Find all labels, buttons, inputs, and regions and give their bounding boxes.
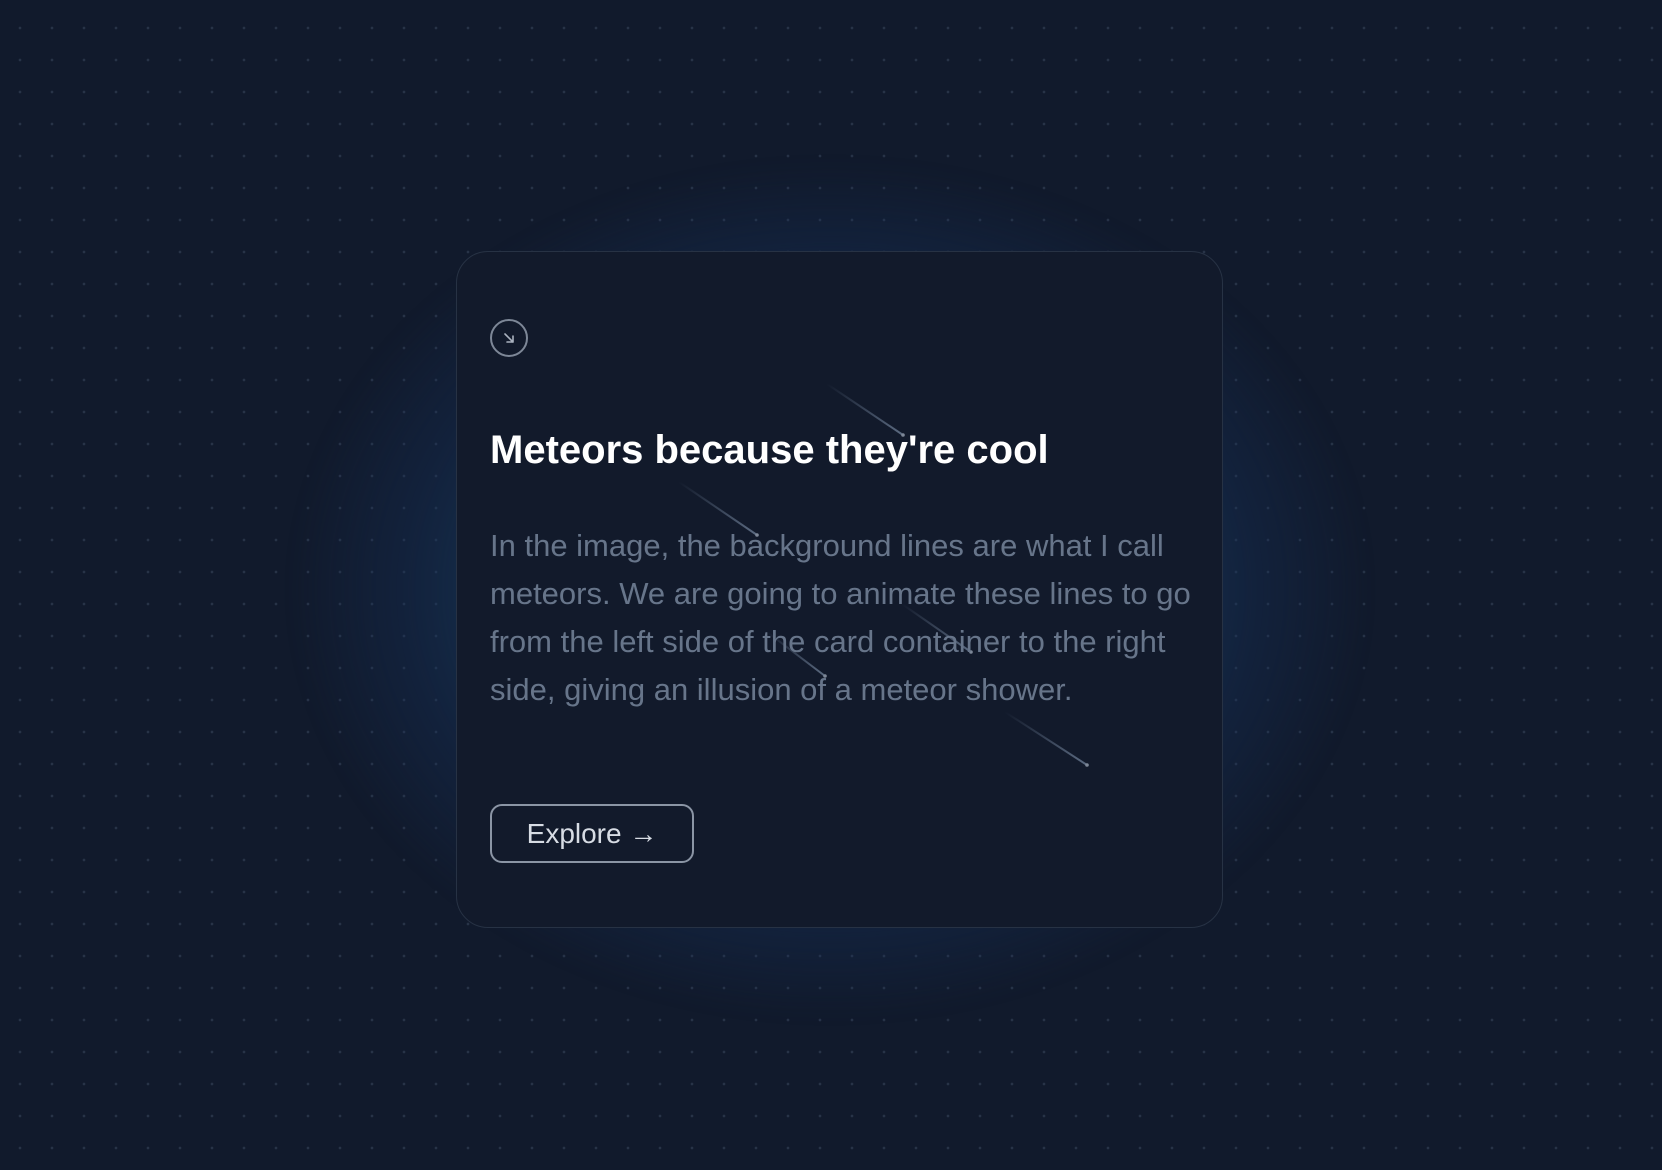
card-title: Meteors because they're cool <box>490 428 1049 472</box>
explore-button[interactable]: Explore → <box>490 804 694 863</box>
meteor-card: Meteors because they're cool In the imag… <box>456 251 1223 928</box>
card-description: In the image, the background lines are w… <box>490 528 1191 707</box>
meteor-line <box>1004 711 1088 766</box>
meteor-head <box>1085 763 1089 767</box>
arrow-down-right-icon <box>490 319 528 357</box>
